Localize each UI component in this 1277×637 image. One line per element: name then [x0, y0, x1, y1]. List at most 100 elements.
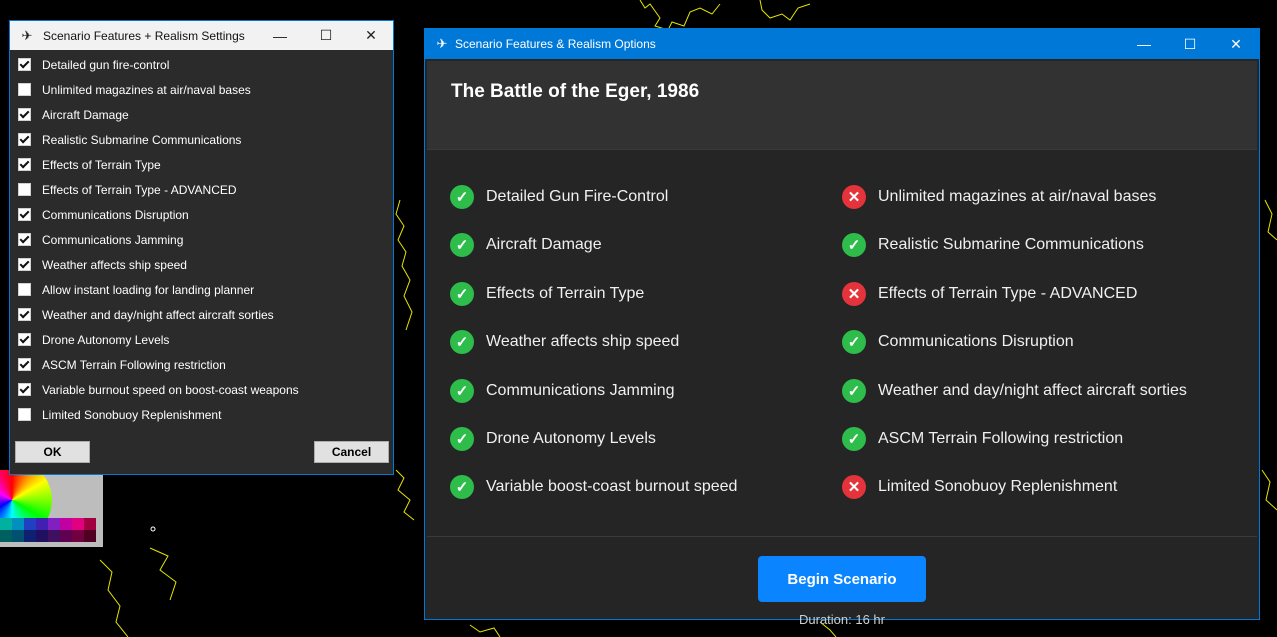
- cancel-button[interactable]: Cancel: [314, 441, 389, 463]
- checkbox-row[interactable]: Variable burnout speed on boost-coast we…: [10, 377, 393, 402]
- checkbox[interactable]: [18, 133, 31, 146]
- checkbox-row[interactable]: Drone Autonomy Levels: [10, 327, 393, 352]
- scenario-title: The Battle of the Eger, 1986: [451, 81, 700, 102]
- checkbox-label: Effects of Terrain Type - ADVANCED: [42, 182, 237, 197]
- checkbox-row[interactable]: Unlimited magazines at air/naval bases: [10, 77, 393, 102]
- feature-item: ✓ Effects of Terrain Type: [450, 281, 644, 307]
- feature-item: ✓ Drone Autonomy Levels: [450, 426, 656, 452]
- divider: [427, 536, 1257, 537]
- checkbox-row[interactable]: Weather affects ship speed: [10, 252, 393, 277]
- check-circle-icon: ✓: [450, 233, 474, 258]
- feature-label: Detailed Gun Fire-Control: [486, 188, 669, 205]
- feature-item: ✕ Effects of Terrain Type - ADVANCED: [842, 281, 1137, 307]
- checkbox[interactable]: [18, 258, 31, 271]
- checkbox-row[interactable]: Limited Sonobuoy Replenishment: [10, 402, 393, 427]
- checkbox[interactable]: [18, 333, 31, 346]
- check-circle-icon: ✓: [450, 378, 474, 403]
- swatch-row: [0, 530, 96, 542]
- options-window-title: Scenario Features & Realism Options: [455, 37, 656, 51]
- feature-item: ✕ Limited Sonobuoy Replenishment: [842, 474, 1117, 500]
- x-circle-icon: ✕: [842, 185, 866, 209]
- checkbox[interactable]: [18, 58, 31, 71]
- check-circle-icon: ✓: [450, 185, 474, 209]
- settings-titlebar[interactable]: ✈ Scenario Features + Realism Settings —…: [10, 21, 393, 50]
- minimize-button[interactable]: —: [257, 21, 303, 50]
- checkbox[interactable]: [18, 383, 31, 396]
- ok-button[interactable]: OK: [15, 441, 90, 463]
- begin-scenario-button[interactable]: Begin Scenario: [758, 556, 926, 602]
- checkbox-row[interactable]: Aircraft Damage: [10, 102, 393, 127]
- checkbox[interactable]: [18, 208, 31, 221]
- checkbox-label: Communications Disruption: [42, 207, 189, 222]
- checkbox[interactable]: [18, 358, 31, 371]
- feature-label: Effects of Terrain Type - ADVANCED: [878, 284, 1138, 302]
- x-circle-icon: ✕: [842, 475, 866, 500]
- feature-item: ✕ Unlimited magazines at air/naval bases: [842, 184, 1156, 210]
- check-circle-icon: ✓: [842, 233, 866, 258]
- feature-item: ✓ Communications Disruption: [842, 329, 1074, 355]
- checkbox-label: Weather and day/night affect aircraft so…: [42, 307, 274, 322]
- feature-label: Limited Sonobuoy Replenishment: [878, 478, 1118, 496]
- check-circle-icon: ✓: [450, 427, 474, 451]
- feature-label: Unlimited magazines at air/naval bases: [878, 188, 1157, 205]
- checkbox-label: Aircraft Damage: [42, 107, 129, 122]
- checkbox-label: Effects of Terrain Type: [42, 157, 161, 172]
- feature-label: ASCM Terrain Following restriction: [878, 430, 1124, 447]
- maximize-button[interactable]: ☐: [303, 21, 349, 50]
- color-swatch-panel: [0, 470, 103, 547]
- checkbox-label: Drone Autonomy Levels: [42, 332, 170, 347]
- checkbox-label: Allow instant loading for landing planne…: [42, 282, 255, 297]
- feature-label: Weather and day/night affect aircraft so…: [878, 381, 1187, 399]
- feature-label: Variable boost-coast burnout speed: [486, 478, 738, 496]
- feature-item: ✓ Variable boost-coast burnout speed: [450, 474, 737, 500]
- feature-item: ✓ Detailed Gun Fire-Control: [450, 184, 668, 210]
- feature-item: ✓ ASCM Terrain Following restriction: [842, 426, 1123, 452]
- checkbox-row[interactable]: Communications Jamming: [10, 227, 393, 252]
- checkbox-label: Weather affects ship speed: [42, 257, 187, 272]
- options-titlebar[interactable]: ✈ Scenario Features & Realism Options — …: [425, 29, 1259, 59]
- checkbox[interactable]: [18, 158, 31, 171]
- checkbox[interactable]: [18, 183, 31, 196]
- checkbox-row[interactable]: Detailed gun fire-control: [10, 52, 393, 77]
- app-icon: ✈: [436, 36, 448, 51]
- check-circle-icon: ✓: [450, 475, 474, 500]
- checkbox[interactable]: [18, 83, 31, 96]
- check-circle-icon: ✓: [842, 330, 866, 355]
- checkbox-row[interactable]: Weather and day/night affect aircraft so…: [10, 302, 393, 327]
- duration-label: Duration: 16 hr: [799, 612, 885, 627]
- checkbox[interactable]: [18, 108, 31, 121]
- checkbox-row[interactable]: Effects of Terrain Type - ADVANCED: [10, 177, 393, 202]
- check-circle-icon: ✓: [842, 378, 866, 403]
- settings-checkbox-list: Detailed gun fire-control Unlimited magaz…: [10, 52, 393, 427]
- checkbox[interactable]: [18, 408, 31, 421]
- close-button[interactable]: ✕: [1213, 29, 1259, 59]
- checkbox-row[interactable]: Realistic Submarine Communications: [10, 127, 393, 152]
- check-circle-icon: ✓: [450, 281, 474, 306]
- checkbox-label: Variable burnout speed on boost-coast we…: [42, 382, 299, 397]
- checkbox-row[interactable]: Communications Disruption: [10, 202, 393, 227]
- feature-label: Weather affects ship speed: [486, 333, 680, 351]
- feature-label: Effects of Terrain Type: [486, 284, 645, 302]
- checkbox-label: Unlimited magazines at air/naval bases: [42, 82, 251, 97]
- feature-label: Realistic Submarine Communications: [878, 236, 1144, 254]
- check-circle-icon: ✓: [450, 330, 474, 355]
- checkbox[interactable]: [18, 233, 31, 246]
- swatch-row: [0, 518, 96, 530]
- feature-label: Communications Jamming: [486, 381, 675, 399]
- scenario-header: The Battle of the Eger, 1986: [427, 61, 1257, 150]
- feature-label: Communications Disruption: [878, 333, 1074, 351]
- close-button[interactable]: ✕: [348, 21, 394, 50]
- checkbox-row[interactable]: Allow instant loading for landing planne…: [10, 277, 393, 302]
- check-circle-icon: ✓: [842, 427, 866, 451]
- feature-item: ✓ Realistic Submarine Communications: [842, 232, 1144, 258]
- feature-item: ✓ Weather and day/night affect aircraft s…: [842, 378, 1187, 404]
- maximize-button[interactable]: ☐: [1167, 29, 1213, 59]
- checkbox-row[interactable]: Effects of Terrain Type: [10, 152, 393, 177]
- minimize-button[interactable]: —: [1121, 29, 1167, 59]
- app-icon: ✈: [21, 27, 33, 43]
- checkbox[interactable]: [18, 308, 31, 321]
- feature-label: Aircraft Damage: [486, 236, 602, 254]
- checkbox-row[interactable]: ASCM Terrain Following restriction: [10, 352, 393, 377]
- scenario-card: The Battle of the Eger, 1986 Begin Scena…: [425, 59, 1259, 627]
- checkbox[interactable]: [18, 283, 31, 296]
